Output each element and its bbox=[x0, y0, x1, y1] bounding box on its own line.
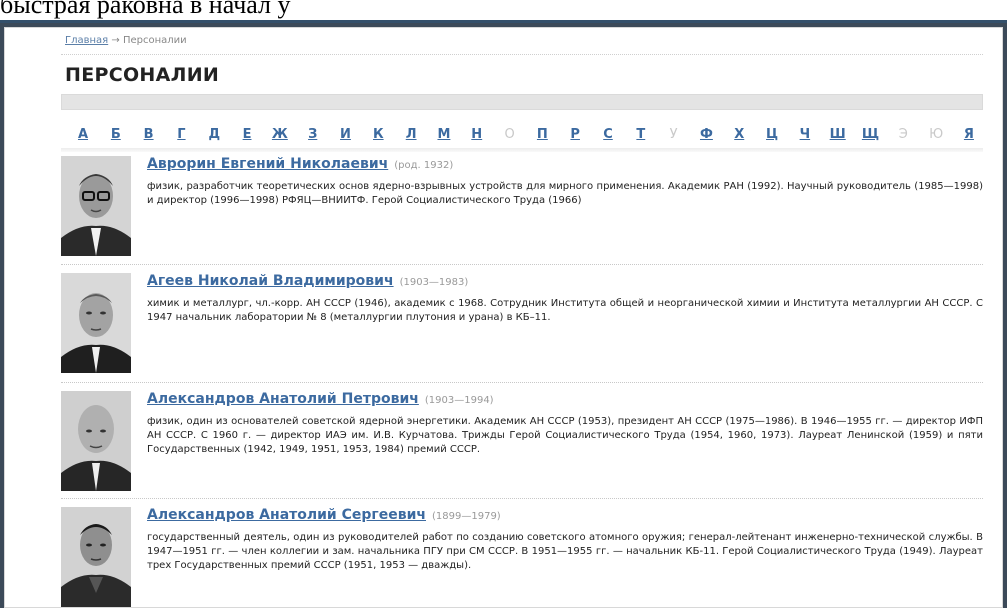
person-name-link[interactable]: Агеев Николай Владимирович (1903—1983) bbox=[147, 273, 468, 289]
page-title: ПЕРСОНАЛИИ bbox=[65, 64, 220, 86]
entry-divider bbox=[61, 264, 983, 265]
page-area: Главная → Персоналии ПЕРСОНАЛИИ АБВГДЕЖЗ… bbox=[4, 27, 1003, 608]
browser-frame: Главная → Персоналии ПЕРСОНАЛИИ АБВГДЕЖЗ… bbox=[0, 23, 1007, 608]
breadcrumb: Главная → Персоналии bbox=[65, 35, 187, 46]
person-photo[interactable] bbox=[61, 273, 131, 373]
alphabet-letter-link[interactable]: Ж bbox=[270, 127, 290, 142]
alphabet-letter-link[interactable]: Р bbox=[565, 127, 585, 142]
top-text-fragment: быстрая раковна в начал у bbox=[0, 0, 1007, 23]
alphabet-letter-link[interactable]: Я bbox=[959, 127, 979, 142]
entry-divider bbox=[61, 382, 983, 383]
person-description: физик, разработчик теоретических основ я… bbox=[147, 181, 983, 206]
person-description: государственный деятель, один из руковод… bbox=[147, 532, 983, 571]
alphabet-letter-link[interactable]: И bbox=[336, 127, 356, 142]
alphabet-letter-link[interactable]: Л bbox=[401, 127, 421, 142]
alphabet-letter-link: У bbox=[669, 126, 678, 142]
person-photo[interactable] bbox=[61, 391, 131, 491]
alphabet-nav: АБВГДЕЖЗИКЛМН О ПРСТ У ФХЦЧШЩ Э ЮЯ bbox=[73, 124, 979, 144]
breadcrumb-current: Персоналии bbox=[122, 35, 187, 46]
person-name[interactable]: Агеев Николай Владимирович bbox=[147, 273, 394, 289]
person-name[interactable]: Александров Анатолий Петрович bbox=[147, 391, 419, 407]
top-text: быстрая раковна в начал у bbox=[0, 0, 291, 19]
person-name-link[interactable]: Александров Анатолий Сергеевич (1899—1979… bbox=[147, 507, 501, 523]
breadcrumb-divider bbox=[61, 54, 983, 55]
alphabet-letter-link[interactable]: С bbox=[598, 127, 618, 142]
alphabet-letter-link[interactable]: Ц bbox=[762, 127, 782, 142]
person-name-link[interactable]: Александров Анатолий Петрович (1903—1994) bbox=[147, 391, 494, 407]
person-name[interactable]: Александров Анатолий Сергеевич bbox=[147, 507, 426, 523]
alphabet-letter-link[interactable]: В bbox=[139, 127, 159, 142]
alphabet-letter-link[interactable]: Ш bbox=[828, 127, 848, 142]
alphabet-letter-link: Ю bbox=[929, 126, 944, 142]
alphabet-letter-link[interactable]: Х bbox=[729, 127, 749, 142]
alphabet-letter-link[interactable]: Ч bbox=[795, 127, 815, 142]
alphabet-letter-link[interactable]: З bbox=[303, 127, 323, 142]
breadcrumb-arrow: → bbox=[111, 35, 120, 46]
person-photo[interactable] bbox=[61, 507, 131, 607]
entry-divider bbox=[61, 498, 983, 499]
alphabet-letter-link[interactable]: Т bbox=[631, 127, 651, 142]
alphabet-letter-link[interactable]: Е bbox=[237, 127, 257, 142]
alphabet-letter-link[interactable]: Г bbox=[171, 127, 191, 142]
alphabet-letter-link[interactable]: Н bbox=[467, 127, 487, 142]
person-years: (род. 1932) bbox=[394, 160, 454, 171]
person-name-link[interactable]: Аврорин Евгений Николаевич (род. 1932) bbox=[147, 156, 453, 172]
breadcrumb-home-link[interactable]: Главная bbox=[65, 35, 108, 46]
person-name[interactable]: Аврорин Евгений Николаевич bbox=[147, 156, 388, 172]
alphabet-letter-link[interactable]: П bbox=[532, 127, 552, 142]
person-years: (1903—1994) bbox=[424, 395, 494, 406]
person-years: (1899—1979) bbox=[432, 511, 501, 522]
alphabet-divider bbox=[61, 148, 983, 152]
person-description: химик и металлург, чл.-корр. АН СССР (19… bbox=[147, 298, 983, 323]
alphabet-letter-link[interactable]: К bbox=[368, 127, 388, 142]
alphabet-letter-link: О bbox=[504, 126, 515, 142]
person-description: физик, один из основателей советской яде… bbox=[147, 416, 983, 455]
filter-bar bbox=[61, 94, 983, 110]
alphabet-letter-link[interactable]: Д bbox=[204, 127, 224, 142]
alphabet-letter-link[interactable]: Щ bbox=[861, 127, 881, 142]
alphabet-letter-link: Э bbox=[898, 126, 908, 142]
alphabet-letter-link[interactable]: М bbox=[434, 127, 454, 142]
alphabet-letter-link[interactable]: Б bbox=[106, 127, 126, 142]
alphabet-letter-link[interactable]: Ф bbox=[696, 127, 716, 142]
person-years: (1903—1983) bbox=[399, 277, 469, 288]
alphabet-letter-link[interactable]: А bbox=[73, 127, 93, 142]
person-photo[interactable] bbox=[61, 156, 131, 256]
